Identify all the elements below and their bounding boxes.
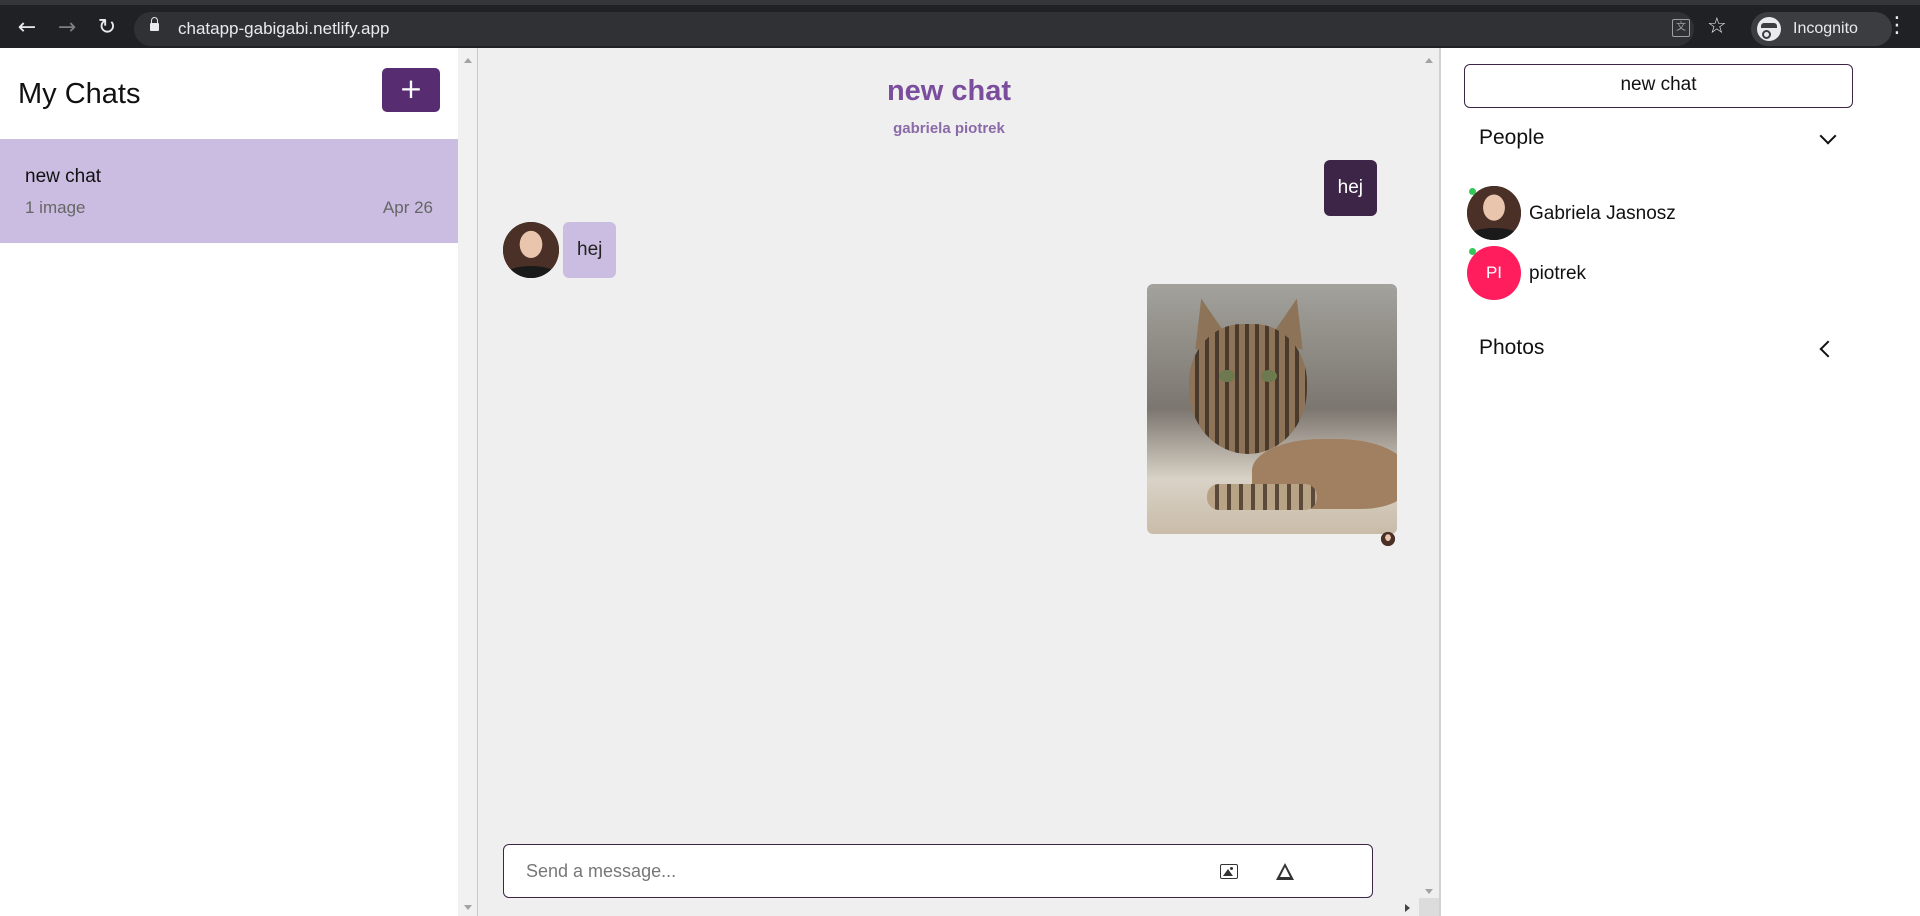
translate-icon[interactable]: 文 [1672,19,1690,37]
forward-icon[interactable]: → [52,13,82,43]
avatar-face [1381,532,1395,546]
my-message-bubble: hej [1323,160,1377,216]
chat-feed: new chat gabriela piotrek hej hej [479,48,1419,916]
avatar-shirt [508,265,554,278]
sender-avatar [503,222,559,278]
cat-eye [1261,370,1277,382]
add-chat-button[interactable]: + [382,68,440,112]
cat-head [1189,324,1307,454]
star-icon[interactable]: ☆ [1707,14,1727,39]
online-indicator [1469,188,1476,195]
image-upload-icon[interactable] [1220,864,1238,879]
scroll-right-icon[interactable] [1405,904,1410,912]
lock-icon[interactable] [150,17,159,31]
scroll-down-icon[interactable] [464,905,472,910]
message-input[interactable] [526,857,1206,885]
avatar-shirt [1472,228,1516,240]
chat-list-title: My Chats [18,78,141,110]
chat-list-scrollbar[interactable] [458,48,478,916]
cat-eye [1219,370,1235,382]
person-avatar: PI [1467,246,1521,300]
scroll-up-icon[interactable] [1425,58,1433,63]
chat-list-item[interactable]: new chat 1 image Apr 26 [0,139,458,243]
photos-heading[interactable]: Photos [1479,336,1544,360]
incognito-icon [1757,17,1781,41]
send-icon[interactable] [1276,863,1294,880]
their-message-bubble: hej [563,222,617,278]
person-avatar [1467,186,1521,240]
chat-title: new chat [886,75,1012,107]
chat-list-panel: My Chats + new chat 1 image Apr 26 [0,48,458,916]
scroll-up-icon[interactable] [464,58,472,63]
person-name: piotrek [1529,263,1587,284]
chat-item-date: Apr 26 [382,198,433,217]
message-composer [503,844,1373,898]
menu-icon[interactable]: ⋮ [1886,13,1908,38]
browser-toolbar: ← → ↻ chatapp-gabigabi.netlify.app 文 ☆ I… [0,0,1920,48]
incognito-profile-button[interactable]: Incognito [1751,12,1892,46]
chat-item-last-message: 1 image [25,198,86,217]
chat-members: gabriela piotrek [893,120,1005,137]
scroll-corner [1419,898,1439,916]
read-receipt-avatar [1381,532,1395,546]
back-icon[interactable]: ← [12,13,42,43]
chat-item-title: new chat [25,166,102,187]
incognito-label: Incognito [1793,20,1858,37]
url-text[interactable]: chatapp-gabigabi.netlify.app [178,19,389,39]
address-bar[interactable]: chatapp-gabigabi.netlify.app [134,12,1694,46]
online-indicator [1469,248,1476,255]
scroll-down-icon[interactable] [1425,889,1433,894]
chat-settings-panel: new chat People Gabriela Jasnosz PI piot… [1441,48,1920,916]
people-heading[interactable]: People [1479,126,1544,150]
cat-photo-message[interactable] [1147,284,1397,534]
chat-feed-scrollbar[interactable] [1405,48,1439,916]
reload-icon[interactable]: ↻ [92,13,122,43]
chat-name-button[interactable]: new chat [1464,64,1853,108]
person-name: Gabriela Jasnosz [1529,203,1676,224]
cat-paws [1207,484,1317,510]
